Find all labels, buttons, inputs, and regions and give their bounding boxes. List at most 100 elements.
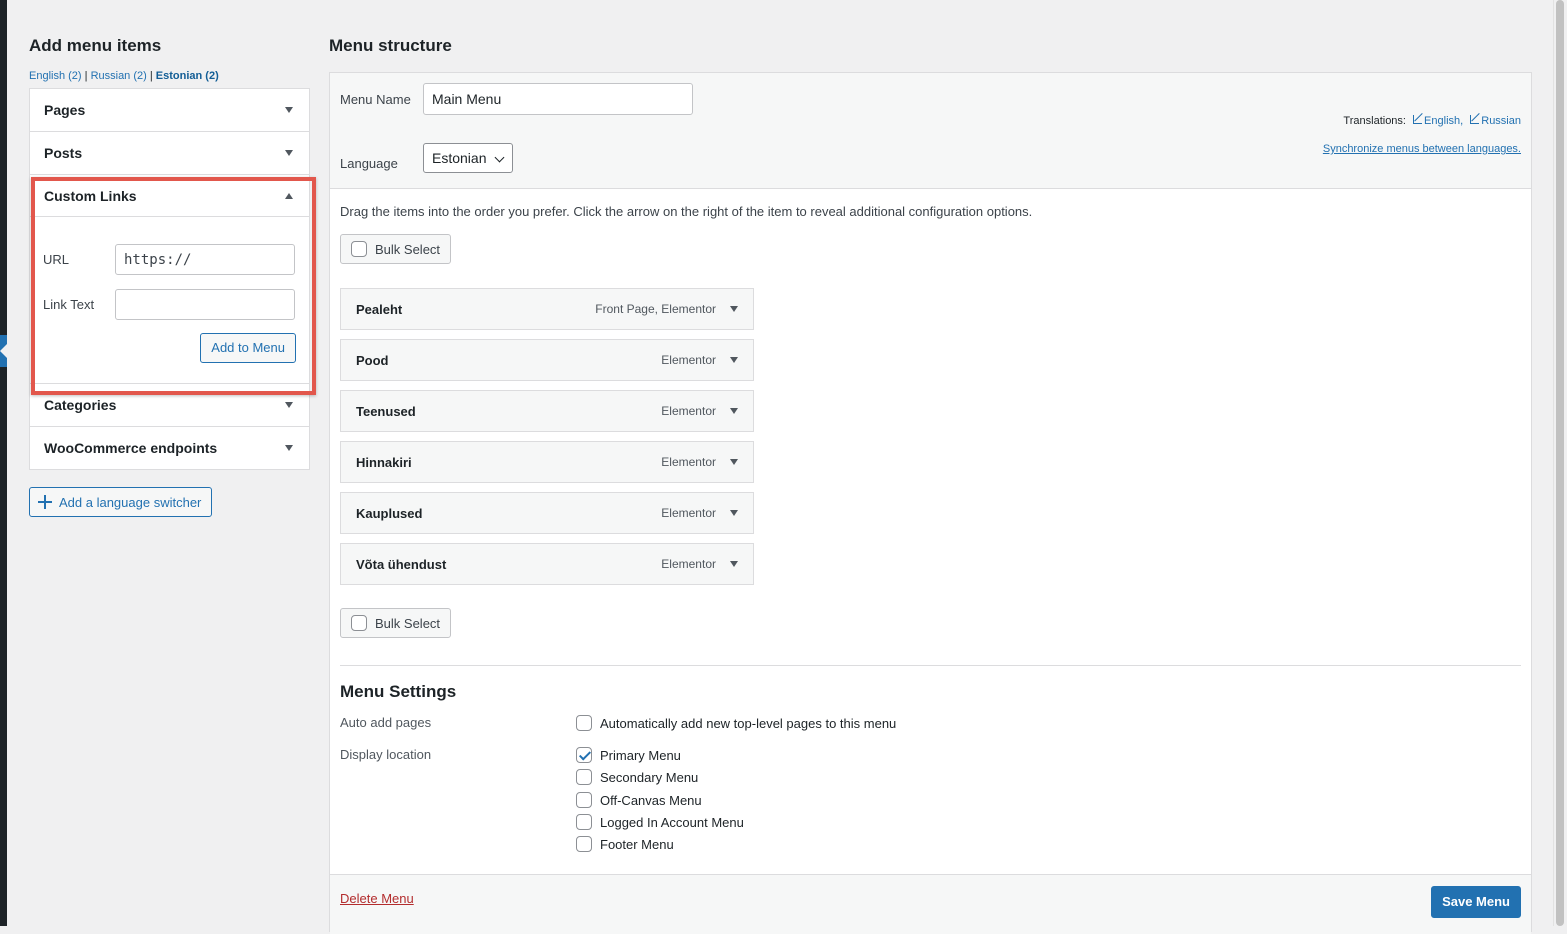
location-option-off-canvas[interactable]: Off-Canvas Menu <box>576 792 702 808</box>
expand-arrow-icon <box>285 445 293 451</box>
pencil-icon <box>1413 115 1423 124</box>
menu-item[interactable]: Hinnakiri Elementor <box>340 441 754 483</box>
menu-item-title: Pealeht <box>356 301 403 317</box>
expand-arrow-icon <box>285 107 293 113</box>
link-text-input[interactable] <box>115 289 295 320</box>
bulk-select-checkbox[interactable] <box>351 241 367 257</box>
display-location-label: Display location <box>340 747 432 762</box>
menu-item-type: Elementor <box>661 404 716 418</box>
plus-icon <box>38 495 52 509</box>
accordion-posts-toggle[interactable]: Posts <box>30 132 309 174</box>
location-label: Footer Menu <box>600 836 674 852</box>
menu-header: Menu Name Main Menu Language Estonian Tr… <box>330 73 1531 189</box>
expand-arrow-icon[interactable] <box>730 306 738 312</box>
bulk-select-bottom[interactable]: Bulk Select <box>340 608 452 638</box>
accordion-posts-label: Posts <box>44 145 83 161</box>
bulk-select-label: Bulk Select <box>375 241 441 257</box>
accordion-categories-label: Categories <box>44 397 117 413</box>
bulk-select-label: Bulk Select <box>375 615 441 631</box>
collapse-arrow-icon[interactable] <box>0 335 7 367</box>
menu-item-type: Elementor <box>661 557 716 571</box>
expand-arrow-icon[interactable] <box>730 561 738 567</box>
primary-menu-checkbox[interactable] <box>576 747 592 763</box>
location-label: Primary Menu <box>600 747 681 763</box>
accordion-categories: Categories <box>30 384 309 427</box>
accordion-pages: Pages <box>30 89 309 132</box>
synchronize-menus-link[interactable]: Synchronize menus between languages. <box>1323 143 1521 155</box>
menu-item-title: Hinnakiri <box>356 454 412 470</box>
translation-link-english[interactable]: English, <box>1424 115 1463 127</box>
accordion-pages-toggle[interactable]: Pages <box>30 89 309 131</box>
menu-item-title: Pood <box>356 352 389 368</box>
menu-name-input[interactable]: Main Menu <box>423 83 693 115</box>
collapse-arrow-icon <box>285 192 293 199</box>
translations-links: Translations: English, Russian <box>1343 115 1521 127</box>
secondary-menu-checkbox[interactable] <box>576 769 592 785</box>
accordion-custom-links: Custom Links URL Link Text Add to Menu <box>30 175 309 384</box>
menu-item[interactable]: Pood Elementor <box>340 339 754 381</box>
save-menu-button[interactable]: Save Menu <box>1431 886 1521 918</box>
lang-separator: | <box>84 70 88 82</box>
lang-separator: | <box>149 70 153 82</box>
logged-in-account-menu-checkbox[interactable] <box>576 814 592 830</box>
bulk-select-top[interactable]: Bulk Select <box>340 234 452 264</box>
menu-item-title: Teenused <box>356 403 416 419</box>
menu-footer-bar: Delete Menu Save Menu <box>330 874 1531 934</box>
location-option-logged-in[interactable]: Logged In Account Menu <box>576 814 744 830</box>
menu-item-type: Front Page, Elementor <box>595 302 716 316</box>
custom-links-form: URL Link Text Add to Menu <box>30 217 309 383</box>
accordion-posts: Posts <box>30 132 309 175</box>
language-label: Language <box>340 156 398 171</box>
location-option-primary[interactable]: Primary Menu <box>576 747 681 763</box>
expand-arrow-icon[interactable] <box>730 510 738 516</box>
accordion-custom-links-label: Custom Links <box>44 187 137 204</box>
add-menu-items-panel: Add menu items English (2) | Russian (2)… <box>29 36 310 470</box>
menu-item-type: Elementor <box>661 353 716 367</box>
add-language-switcher-label: Add a language switcher <box>59 494 202 510</box>
lang-tab-russian[interactable]: Russian (2) <box>91 70 147 82</box>
auto-add-pages-option[interactable]: Automatically add new top-level pages to… <box>576 715 896 731</box>
menu-item[interactable]: Pealeht Front Page, Elementor <box>340 288 754 330</box>
location-option-secondary[interactable]: Secondary Menu <box>576 769 698 785</box>
lang-tab-estonian[interactable]: Estonian (2) <box>156 70 219 82</box>
add-menu-items-title: Add menu items <box>29 36 162 55</box>
language-tabs: English (2) | Russian (2) | Estonian (2) <box>29 70 310 82</box>
admin-sidebar-edge <box>0 0 7 926</box>
link-text-label: Link Text <box>43 297 95 312</box>
auto-add-pages-option-label: Automatically add new top-level pages to… <box>600 715 897 731</box>
accordion-woocommerce-endpoints: WooCommerce endpoints <box>30 427 309 469</box>
add-to-menu-button[interactable]: Add to Menu <box>200 333 296 363</box>
translation-link-russian[interactable]: Russian <box>1481 115 1521 127</box>
location-label: Secondary Menu <box>600 769 699 785</box>
expand-arrow-icon <box>285 402 293 408</box>
location-label: Logged In Account Menu <box>600 814 744 830</box>
accordion-categories-toggle[interactable]: Categories <box>30 384 309 426</box>
menu-item-title: Kauplused <box>356 505 423 521</box>
accordion-pages-label: Pages <box>44 102 86 118</box>
lang-tab-english[interactable]: English (2) <box>29 70 82 82</box>
location-option-footer[interactable]: Footer Menu <box>576 836 674 852</box>
menu-item-type: Elementor <box>661 455 716 469</box>
language-select[interactable]: Estonian <box>423 143 513 173</box>
expand-arrow-icon[interactable] <box>730 459 738 465</box>
auto-add-pages-checkbox[interactable] <box>576 715 592 731</box>
page-scrollbar[interactable] <box>1553 0 1567 926</box>
accordion-woocommerce-toggle[interactable]: WooCommerce endpoints <box>30 427 309 469</box>
menu-item[interactable]: Teenused Elementor <box>340 390 754 432</box>
menu-item[interactable]: Võta ühendust Elementor <box>340 543 754 585</box>
url-label: URL <box>43 252 70 267</box>
url-row: URL <box>43 244 296 275</box>
delete-menu-link[interactable]: Delete Menu <box>340 891 414 906</box>
location-label: Off-Canvas Menu <box>600 792 702 808</box>
url-input[interactable] <box>115 244 295 275</box>
menu-name-label: Menu Name <box>340 92 411 107</box>
accordion-custom-links-toggle[interactable]: Custom Links <box>30 175 309 217</box>
bulk-select-checkbox[interactable] <box>351 615 367 631</box>
footer-menu-checkbox[interactable] <box>576 836 592 852</box>
expand-arrow-icon[interactable] <box>730 408 738 414</box>
expand-arrow-icon[interactable] <box>730 357 738 363</box>
add-language-switcher-button[interactable]: Add a language switcher <box>29 487 213 517</box>
menu-item[interactable]: Kauplused Elementor <box>340 492 754 534</box>
off-canvas-menu-checkbox[interactable] <box>576 792 592 808</box>
scrollbar-thumb[interactable] <box>1556 0 1564 926</box>
